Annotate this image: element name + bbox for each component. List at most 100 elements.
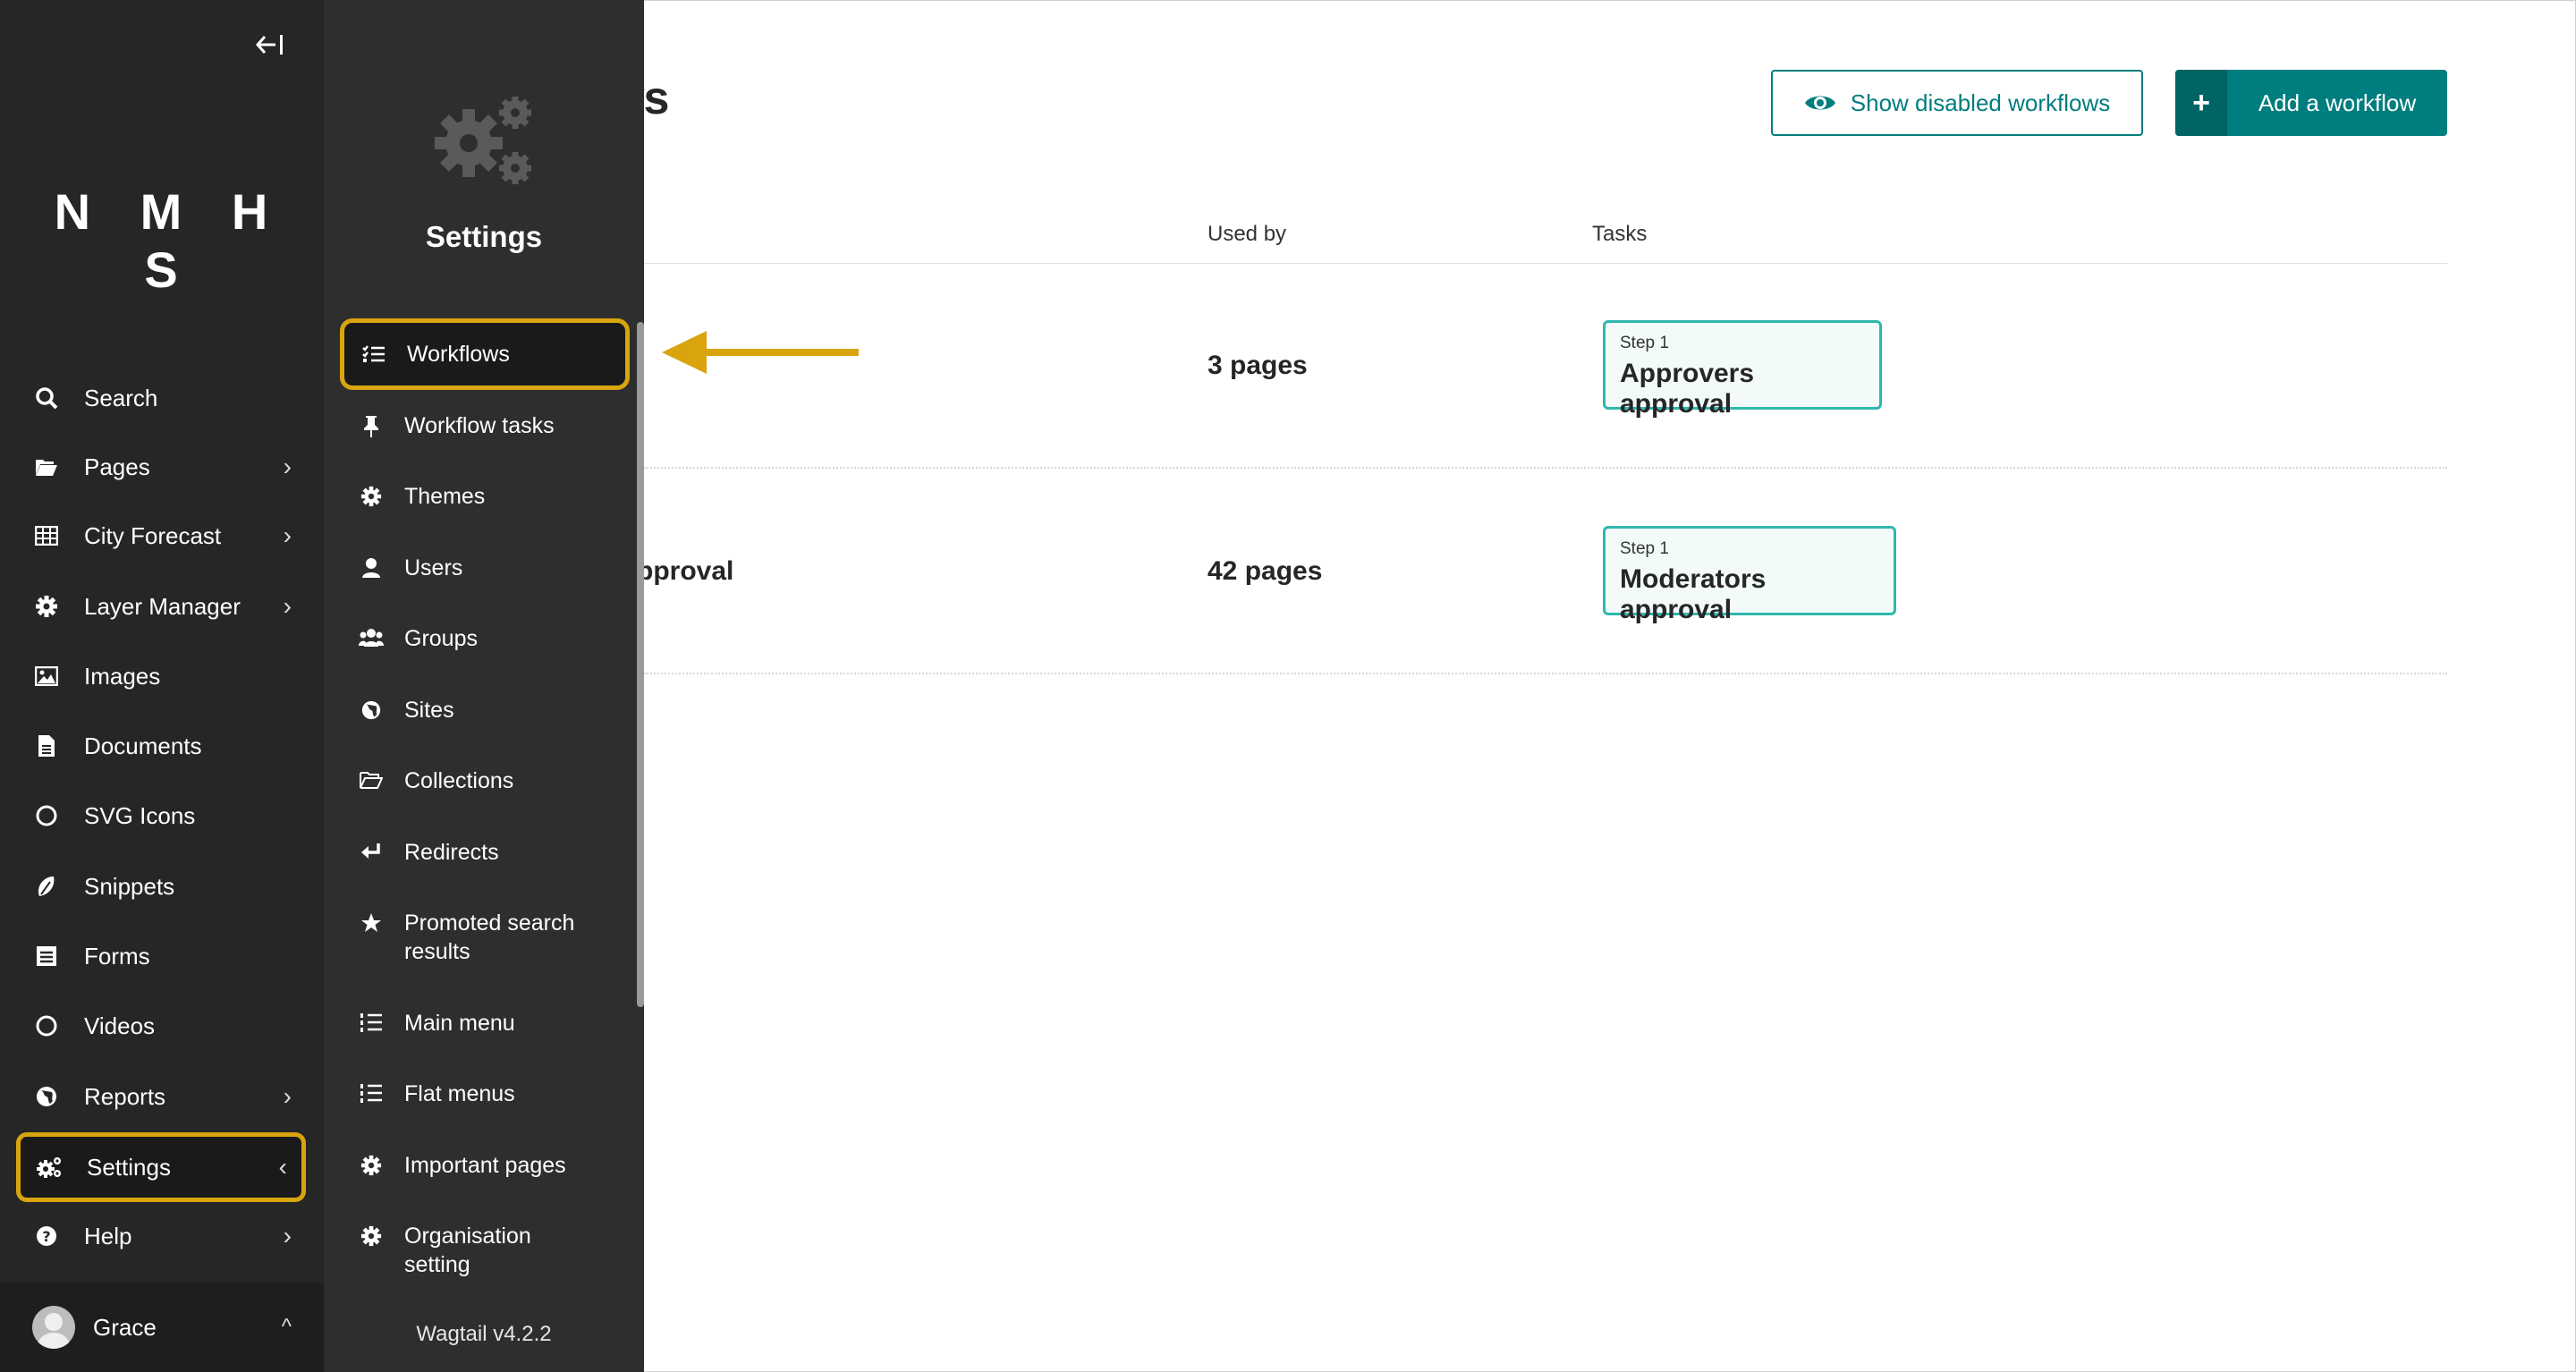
- sidebar-item-help[interactable]: ? Help ›: [18, 1208, 306, 1264]
- sidebar-item-forms[interactable]: Forms: [18, 928, 306, 984]
- sidebar-item-label: Pages: [84, 453, 150, 480]
- submenu-item-label: Sites: [404, 698, 454, 723]
- submenu-item-main-menu[interactable]: Main menu: [342, 1009, 623, 1037]
- submenu-item-flat-menus[interactable]: Flat menus: [342, 1080, 623, 1108]
- svg-text:?: ?: [42, 1228, 50, 1245]
- submenu-item-label: Important pages: [404, 1153, 566, 1178]
- task-name: Moderators approval: [1620, 564, 1767, 624]
- document-icon: [30, 734, 63, 758]
- chevron-right-icon: ›: [283, 453, 292, 480]
- cog-icon: [356, 482, 386, 507]
- sidebar-item-label: Images: [84, 662, 161, 690]
- sidebar-item-label: Snippets: [84, 872, 175, 900]
- submenu-item-organisation-setting[interactable]: Organisation setting: [342, 1222, 623, 1279]
- submenu-item-users[interactable]: Users: [342, 554, 623, 582]
- circle-icon: [30, 804, 63, 827]
- add-workflow-button[interactable]: + Add a workflow: [2175, 70, 2447, 136]
- task-name: Approvers approval: [1620, 359, 1755, 419]
- used-by-count: 42 pages: [1208, 556, 1323, 586]
- chevron-left-icon: ‹: [278, 1153, 287, 1181]
- wagtail-version: Wagtail v4.2.2: [416, 1322, 552, 1346]
- task-card[interactable]: Step 1 Moderators approval: [1603, 526, 1896, 624]
- submenu-item-promoted-search-results[interactable]: Promoted search results: [342, 909, 623, 966]
- search-icon: [30, 386, 63, 410]
- primary-sidebar: N M H S Search Pages › City Forecast › L…: [0, 0, 324, 1372]
- sidebar-item-label: Reports: [84, 1082, 166, 1110]
- show-disabled-workflows-button[interactable]: Show disabled workflows: [1771, 70, 2143, 136]
- cogs-icon: [33, 1156, 65, 1179]
- sidebar-item-reports[interactable]: Reports ›: [18, 1069, 306, 1124]
- sidebar-item-settings[interactable]: Settings ‹: [16, 1132, 306, 1202]
- avatar: [32, 1306, 75, 1349]
- thumbtack-icon: [356, 411, 386, 438]
- sidebar-item-svg-icons[interactable]: SVG Icons: [18, 788, 306, 843]
- submenu-item-label: Workflow tasks: [404, 413, 555, 438]
- submenu-item-workflow-tasks[interactable]: Workflow tasks: [342, 411, 623, 440]
- chevron-right-icon: ›: [283, 1222, 292, 1249]
- tasks-icon: [359, 344, 389, 364]
- submenu-item-label: Organisation setting: [404, 1224, 531, 1277]
- plus-icon: +: [2175, 70, 2227, 136]
- sidebar-item-pages[interactable]: Pages ›: [18, 439, 306, 495]
- table-header-divider: [644, 263, 2447, 264]
- submenu-item-label: Collections: [404, 768, 514, 793]
- workflow-name-link[interactable]: pproval: [637, 556, 733, 587]
- account-menu[interactable]: Grace ^: [0, 1283, 324, 1372]
- snippet-icon: [30, 875, 63, 898]
- table-icon: [30, 526, 63, 546]
- annotation-arrow-icon: [662, 327, 860, 377]
- sidebar-item-images[interactable]: Images: [18, 648, 306, 704]
- sidebar-item-label: Forms: [84, 942, 150, 970]
- chevron-right-icon: ›: [283, 521, 292, 549]
- submenu-item-groups[interactable]: Groups: [342, 624, 623, 653]
- chevron-right-icon: ›: [283, 592, 292, 620]
- task-card[interactable]: Step 1 Approvers approval: [1603, 320, 1882, 419]
- submenu-item-sites[interactable]: Sites: [342, 696, 623, 724]
- submenu-title: Settings: [425, 220, 543, 253]
- sidebar-item-snippets[interactable]: Snippets: [18, 859, 306, 914]
- submenu-scrollbar[interactable]: [637, 322, 644, 1007]
- sidebar-item-label: Layer Manager: [84, 592, 241, 620]
- submenu-item-important-pages[interactable]: Important pages: [342, 1151, 623, 1180]
- submenu-item-collections[interactable]: Collections: [342, 766, 623, 795]
- row-divider: [644, 673, 2447, 674]
- sidebar-item-documents[interactable]: Documents: [18, 718, 306, 774]
- cog-icon: [356, 1151, 386, 1176]
- arrow-left-bar-icon: [256, 33, 284, 56]
- column-header-used-by[interactable]: Used by: [1208, 222, 1286, 247]
- user-icon: [356, 554, 386, 579]
- submenu-item-label: Flat menus: [404, 1081, 515, 1106]
- account-name: Grace: [93, 1313, 157, 1341]
- redirect-icon: [356, 838, 386, 861]
- submenu-item-label: Main menu: [404, 1011, 515, 1036]
- cog-icon: [30, 595, 63, 618]
- submenu-item-label: Themes: [404, 484, 486, 509]
- sidebar-item-layer-manager[interactable]: Layer Manager ›: [18, 579, 306, 634]
- row-divider: [644, 467, 2447, 469]
- chevron-up-icon: ^: [281, 1315, 292, 1339]
- site-logo[interactable]: N M H S: [0, 182, 324, 299]
- submenu-item-themes[interactable]: Themes: [342, 482, 623, 511]
- cogs-icon: [431, 93, 538, 191]
- sidebar-item-label: Videos: [84, 1012, 156, 1039]
- sidebar-item-label: Settings: [87, 1153, 171, 1181]
- sidebar-item-label: Help: [84, 1222, 132, 1249]
- submenu-item-label: Groups: [404, 626, 478, 651]
- add-workflow-label: Add a workflow: [2258, 89, 2417, 116]
- submenu-item-workflows[interactable]: Workflows: [340, 318, 630, 390]
- eye-icon: [1804, 92, 1836, 114]
- submenu-item-redirects[interactable]: Redirects: [342, 838, 623, 867]
- sidebar-item-city-forecast[interactable]: City Forecast ›: [18, 508, 306, 563]
- help-icon: ?: [30, 1224, 63, 1248]
- used-by-count: 3 pages: [1208, 351, 1308, 380]
- circle-icon: [30, 1014, 63, 1037]
- task-step-label: Step 1: [1620, 334, 1669, 352]
- sidebar-item-search[interactable]: Search: [18, 370, 306, 426]
- task-step-label: Step 1: [1620, 539, 1669, 558]
- show-disabled-workflows-label: Show disabled workflows: [1850, 89, 2111, 116]
- chevron-right-icon: ›: [283, 1082, 292, 1110]
- globe-icon: [356, 696, 386, 721]
- submenu-item-label: Users: [404, 555, 463, 580]
- collapse-sidebar-button[interactable]: [252, 27, 288, 63]
- sidebar-item-videos[interactable]: Videos: [18, 998, 306, 1054]
